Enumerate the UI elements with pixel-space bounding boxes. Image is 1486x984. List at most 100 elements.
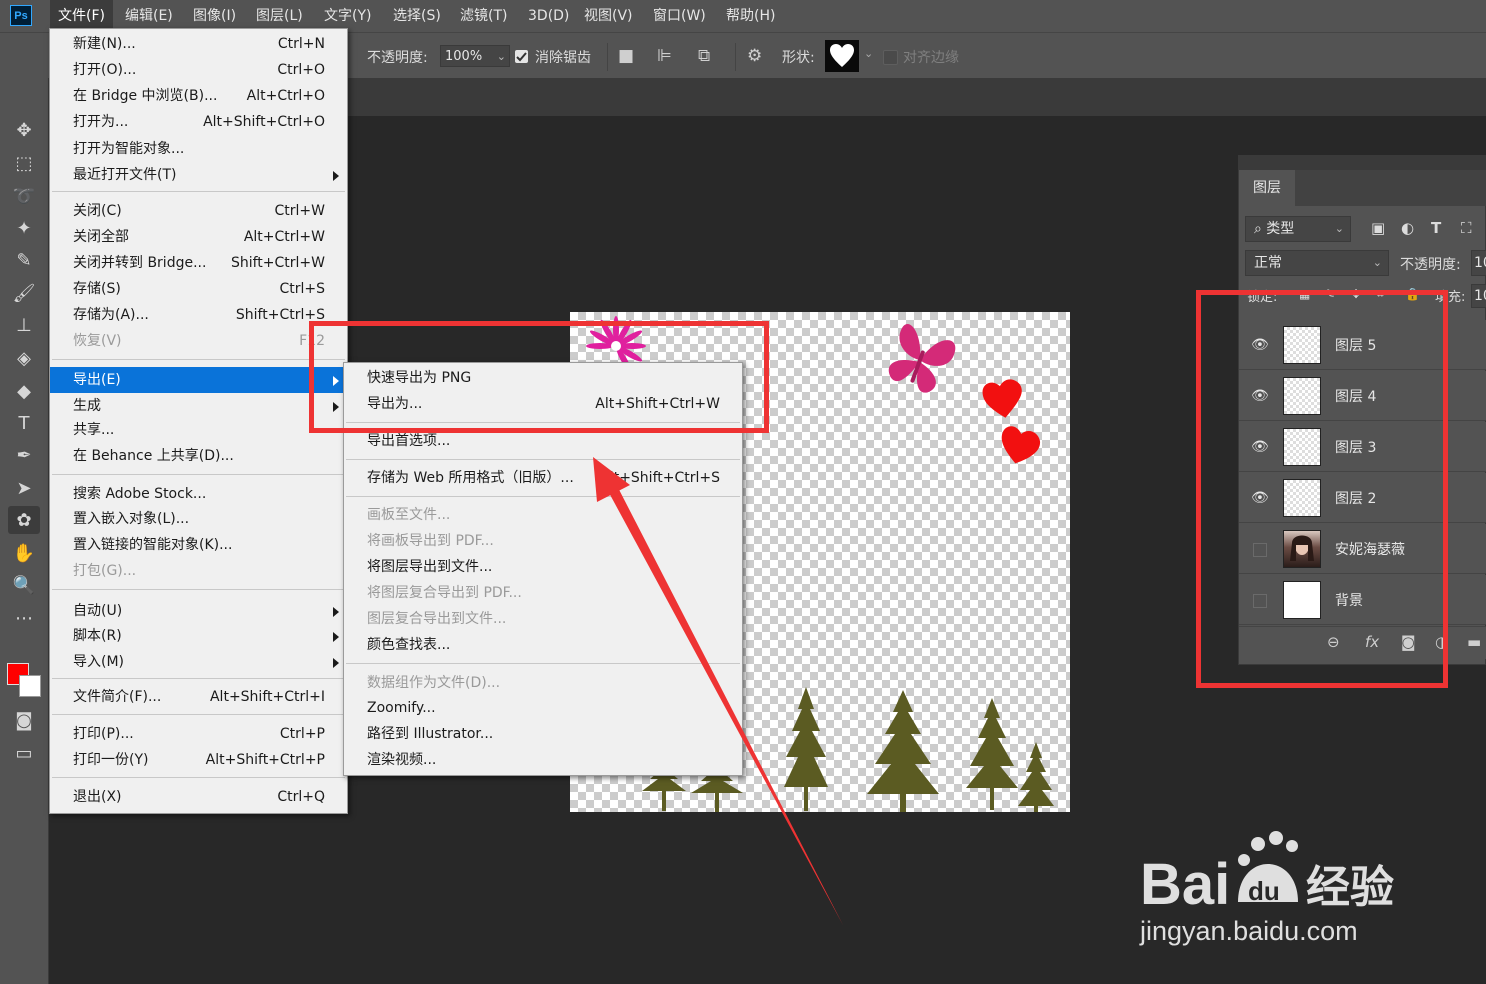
menu-item-search-adobe-stock[interactable]: 搜索 Adobe Stock... (50, 481, 347, 507)
filter-adjustment-icon[interactable]: ◐ (1401, 219, 1414, 237)
checkmark-icon (516, 52, 527, 62)
menu-3d[interactable]: 3D(D) (520, 0, 577, 32)
menu-item-print[interactable]: 打印(P)... Ctrl+P (50, 721, 347, 747)
align-edges-label: 对齐边缘 (903, 50, 959, 66)
menu-item-save-as[interactable]: 存储为(A)... Shift+Ctrl+S (50, 302, 347, 328)
menu-select[interactable]: 选择(S) (385, 0, 449, 32)
stamp-tool-icon[interactable]: ⊥ (8, 311, 40, 339)
menu-item-package: 打包(G)... (73, 563, 137, 579)
custom-shape-tool-icon[interactable]: ✿ (8, 506, 40, 534)
search-icon: ⌕ (1254, 221, 1262, 237)
chevron-down-icon: ⌄ (1334, 222, 1344, 235)
menu-item-close-and-go-to-bridge[interactable]: 关闭并转到 Bridge... Shift+Ctrl+W (50, 250, 347, 276)
toolbar: ✥ ⬚ ➰ ✦ ✎ 🖌 ⊥ ◈ ◆ T ✒ ➤ ✿ ✋ 🔍 ⋯ ◙ ▭ (0, 78, 49, 984)
background-color-swatch[interactable] (19, 675, 41, 697)
menu-item-print-one-copy[interactable]: 打印一份(Y) Alt+Shift+Ctrl+P (50, 747, 347, 773)
chevron-down-icon[interactable]: ⌄ (864, 47, 873, 60)
menu-filter[interactable]: 滤镜(T) (452, 0, 515, 32)
menu-item-zoomify[interactable]: Zoomify... (344, 695, 742, 721)
eraser-tool-icon[interactable]: ◈ (8, 344, 40, 372)
menu-window[interactable]: 窗口(W) (645, 0, 714, 32)
quick-mask-icon[interactable]: ◙ (8, 706, 40, 734)
menu-item-automate[interactable]: 自动(U) (50, 598, 347, 624)
annotation-highlight-box (309, 321, 769, 433)
menu-item-recent-files[interactable]: 最近打开文件(T) (50, 162, 347, 188)
type-tool-icon[interactable]: T (8, 409, 40, 437)
menu-separator (52, 777, 345, 778)
filter-shape-icon[interactable]: ⛶ (1461, 219, 1472, 237)
menu-item-import[interactable]: 导入(M) (50, 649, 347, 675)
menu-item-share-on-behance[interactable]: 在 Behance 上共享(D)... (50, 443, 347, 469)
menu-help[interactable]: 帮助(H) (718, 0, 783, 32)
pen-tool-icon[interactable]: ✒ (8, 441, 40, 469)
menu-separator (346, 459, 740, 460)
menu-separator (346, 496, 740, 497)
menu-item-file-info[interactable]: 文件简介(F)... Alt+Shift+Ctrl+I (50, 684, 347, 710)
menu-item-color-lookup-tables[interactable]: 颜色查找表... (344, 632, 742, 658)
menu-view[interactable]: 视图(V) (576, 0, 641, 32)
menu-item-revert: 恢复(V) F12 (73, 333, 325, 349)
align-edges-checkbox[interactable] (883, 50, 898, 65)
file-menu: 新建(N)... Ctrl+N 打开(O)... Ctrl+O 在 Bridge 中… (49, 28, 348, 814)
menu-item-close[interactable]: 关闭(C) Ctrl+W (50, 198, 347, 224)
opacity-input[interactable]: 100% ⌄ (440, 45, 510, 67)
eyedropper-tool-icon[interactable]: ✎ (8, 246, 40, 274)
menu-item-open[interactable]: 打开(O)... Ctrl+O (50, 57, 347, 83)
tab-layers[interactable]: 图层 (1239, 170, 1295, 206)
menu-item-share[interactable]: 共享... (50, 417, 347, 443)
menu-item-scripts[interactable]: 脚本(R) (50, 623, 347, 649)
watermark-url: jingyan.baidu.com (1140, 916, 1358, 946)
move-tool-icon[interactable]: ✥ (8, 116, 40, 144)
new-group-folder-icon[interactable]: ▬ (1467, 633, 1481, 651)
menu-item-exit[interactable]: 退出(X) Ctrl+Q (50, 784, 347, 810)
menu-item-place-linked[interactable]: 置入链接的智能对象(K)... (50, 532, 347, 558)
magic-wand-tool-icon[interactable]: ✦ (8, 214, 40, 242)
gear-icon[interactable]: ⚙ (747, 46, 762, 66)
menu-item-render-video[interactable]: 渲染视频... (344, 747, 742, 773)
menu-item-layers-to-files[interactable]: 将图层导出到文件... (344, 554, 742, 580)
path-operations-icon[interactable]: ■ (618, 46, 634, 66)
menu-item-artboards-to-files: 画板至文件... (367, 507, 451, 523)
brush-tool-icon[interactable]: 🖌 (8, 279, 40, 307)
menu-item-save[interactable]: 存储(S) Ctrl+S (50, 276, 347, 302)
antialias-checkbox[interactable] (515, 50, 528, 63)
heart-shape (1001, 426, 1040, 464)
menu-item-paths-to-illustrator[interactable]: 路径到 Illustrator... (344, 721, 742, 747)
menu-item-open-as[interactable]: 打开为... Alt+Shift+Ctrl+O (50, 109, 347, 135)
menu-item-generate[interactable]: 生成 (50, 393, 347, 419)
filter-type-icon[interactable]: T (1431, 219, 1441, 237)
blend-mode-select[interactable]: 正常 ⌄ (1245, 250, 1389, 276)
filter-pixel-icon[interactable]: ▣ (1371, 219, 1385, 237)
menu-item-save-for-web[interactable]: 存储为 Web 所用格式（旧版）... Alt+Shift+Ctrl+S (344, 465, 742, 491)
menu-item-export[interactable]: 导出(E) (50, 367, 347, 393)
path-arrangement-icon[interactable]: ⧉ (698, 46, 710, 66)
layer-opacity-input[interactable]: 10 (1471, 250, 1486, 276)
menu-item-place-embedded[interactable]: 置入嵌入对象(L)... (50, 506, 347, 532)
menu-item-layer-comps-to-files: 图层复合导出到文件... (367, 611, 507, 627)
heart-shape (982, 379, 1022, 418)
path-selection-tool-icon[interactable]: ➤ (8, 474, 40, 502)
menu-item-layer-comps-to-pdf: 将图层复合导出到 PDF... (367, 585, 522, 601)
shape-picker[interactable] (825, 40, 859, 72)
fill-input[interactable]: 10 (1471, 284, 1486, 308)
more-tools-icon[interactable]: ⋯ (8, 604, 40, 632)
svg-text:经验: 经验 (1306, 862, 1394, 913)
menu-item-new[interactable]: 新建(N)... Ctrl+N (50, 31, 347, 57)
svg-text:Bai: Bai (1140, 852, 1230, 916)
marquee-tool-icon[interactable]: ⬚ (8, 149, 40, 177)
opacity-label: 不透明度: (367, 50, 428, 66)
path-alignment-icon[interactable]: ⊫ (657, 46, 672, 66)
lasso-tool-icon[interactable]: ➰ (8, 182, 40, 210)
menu-item-open-as-smart-object[interactable]: 打开为智能对象... (50, 136, 347, 162)
screen-mode-icon[interactable]: ▭ (8, 739, 40, 767)
panel-header (1239, 156, 1486, 170)
hand-tool-icon[interactable]: ✋ (8, 539, 40, 567)
svg-text:du: du (1248, 876, 1280, 906)
submenu-arrow-icon (333, 171, 339, 181)
paint-bucket-tool-icon[interactable]: ◆ (8, 377, 40, 405)
menu-item-browse-in-bridge[interactable]: 在 Bridge 中浏览(B)... Alt+Ctrl+O (50, 83, 347, 109)
zoom-tool-icon[interactable]: 🔍 (8, 571, 40, 599)
menu-separator (52, 678, 345, 679)
layer-filter-select[interactable]: ⌕ 类型 ⌄ (1245, 216, 1351, 242)
menu-item-close-all[interactable]: 关闭全部 Alt+Ctrl+W (50, 224, 347, 250)
